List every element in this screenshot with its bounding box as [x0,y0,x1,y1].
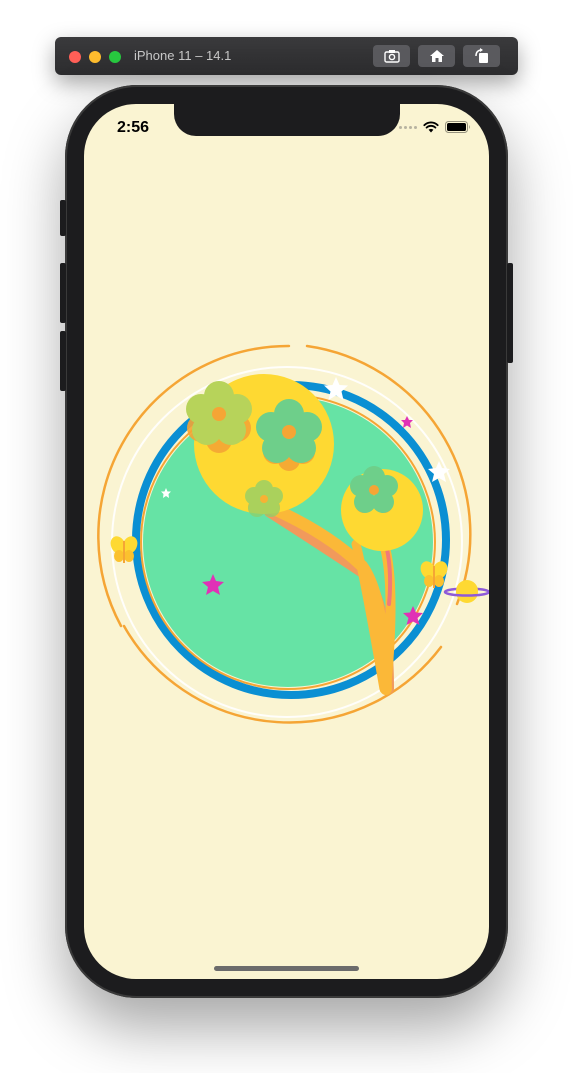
zoom-window-button[interactable] [109,51,121,63]
rotate-button[interactable] [463,45,500,67]
device-screen: 2:56 [84,104,489,979]
rotate-icon [474,48,488,63]
display-notch [174,104,400,136]
simulator-stage: iPhone 11 – 14.1 2:56 [0,0,573,1073]
status-time: 2:56 [117,119,150,136]
minimize-window-button[interactable] [89,51,101,63]
app-illustration [84,107,489,724]
camera-icon [383,50,400,63]
home-icon [429,50,444,62]
power-button [507,263,513,363]
simulator-title: iPhone 11 – 14.1 [134,48,232,63]
corner-accent [84,107,106,132]
battery-icon [445,121,470,133]
screenshot-button[interactable] [373,45,410,67]
home-button[interactable] [418,45,455,67]
status-icons [399,121,471,133]
close-window-button[interactable] [69,51,81,63]
wifi-icon [423,121,439,133]
volume-down-button [60,331,66,391]
signal-dots-icon [399,125,417,129]
simulator-title-bar: iPhone 11 – 14.1 [55,37,518,75]
volume-up-button [60,263,66,323]
silent-switch [60,200,66,236]
home-indicator[interactable] [214,966,359,971]
